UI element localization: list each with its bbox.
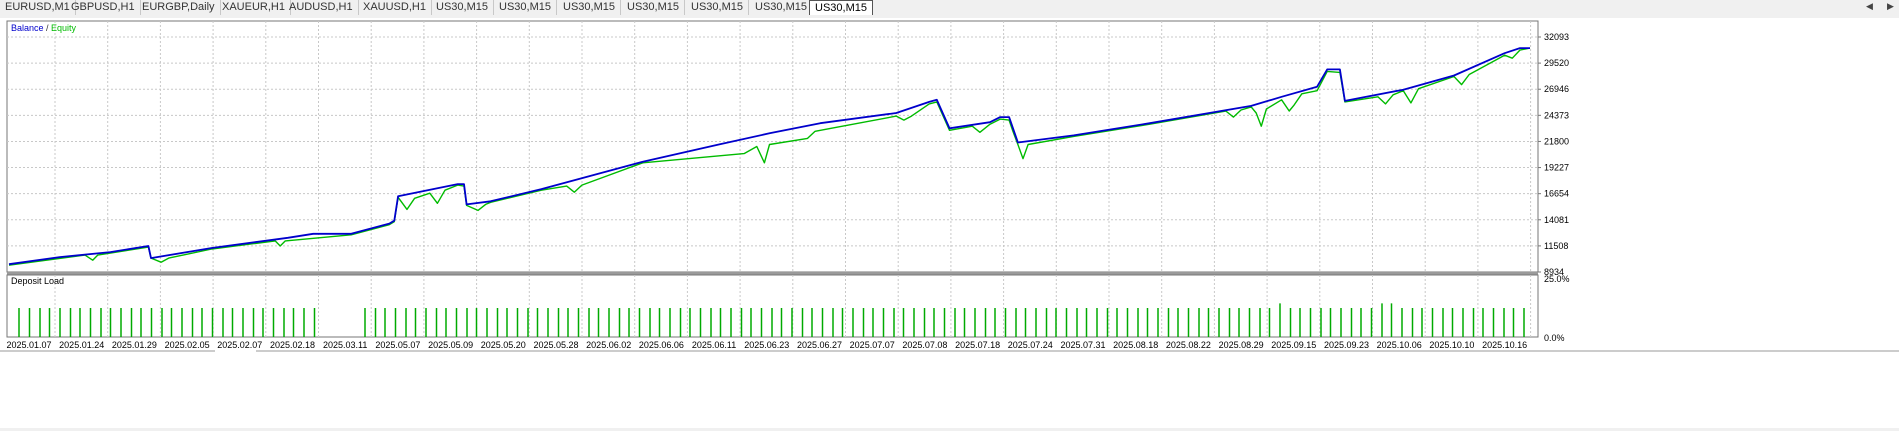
chart-legend: Balance / Equity — [11, 23, 77, 33]
chart-tab-4[interactable]: XAUEUR,H1 — [217, 0, 291, 15]
chart-tab-8[interactable]: US30,M15 — [494, 0, 557, 15]
x-tick-label: 2025.08.22 — [1166, 340, 1211, 350]
y-tick-label: 11508 — [1544, 241, 1568, 251]
x-tick-label: 2025.06.27 — [797, 340, 842, 350]
bottom-blank — [0, 351, 1899, 428]
x-tick-label: 2025.08.18 — [1113, 340, 1158, 350]
x-tick-label: 2025.06.23 — [744, 340, 789, 350]
chart-tab-13[interactable]: US30,M15 — [809, 0, 873, 15]
x-tick-label: 2025.05.20 — [481, 340, 526, 350]
x-tick-label: 2025.02.18 — [270, 340, 315, 350]
strategy-tester-graph: 32093 29520 26946 24373 21800 19227 16654 14081… — [0, 20, 1899, 428]
x-tick-label: 2025.07.08 — [902, 340, 947, 350]
chart-tab-9[interactable]: US30,M15 — [558, 0, 621, 15]
x-tick-label: 2025.07.07 — [850, 340, 895, 350]
chart-tab-2[interactable]: GBPUSD,H1 — [66, 0, 141, 15]
chart-tab-6[interactable]: XAUUSD,H1 — [358, 0, 432, 15]
x-tick-label: 2025.05.28 — [533, 340, 578, 350]
x-tick-label: 2025.10.16 — [1482, 340, 1527, 350]
chart-window[interactable]: 32093 29520 26946 24373 21800 19227 16654 14081… — [0, 18, 1899, 428]
deposit-load-title: Deposit Load — [11, 276, 64, 286]
chart-tab-11[interactable]: US30,M15 — [686, 0, 749, 15]
chart-tab-5[interactable]: AUDUSD,H1 — [284, 0, 359, 15]
x-tick-label: 2025.09.15 — [1271, 340, 1316, 350]
deposit-load-tick-label: 0.0% — [1544, 333, 1565, 343]
scroll-right-icon[interactable]: ▶ — [1887, 1, 1894, 12]
y-tick-label: 26946 — [1544, 84, 1569, 94]
x-tick-label: 2025.01.24 — [59, 340, 104, 350]
y-tick-label: 24373 — [1544, 110, 1569, 120]
y-tick-label: 32093 — [1544, 32, 1569, 42]
chart-tab-12[interactable]: US30,M15 — [750, 0, 813, 15]
y-tick-label: 14081 — [1544, 215, 1569, 225]
x-tick-label: 2025.05.07 — [375, 340, 420, 350]
x-tick-label: 2025.10.10 — [1429, 340, 1474, 350]
x-tick-label: 2025.02.05 — [165, 340, 210, 350]
x-tick-label: 2025.01.29 — [112, 340, 157, 350]
y-tick-label: 29520 — [1544, 58, 1569, 68]
scroll-left-icon[interactable]: ◀ — [1866, 1, 1873, 12]
y-tick-label: 21800 — [1544, 136, 1569, 146]
y-tick-label: 16654 — [1544, 189, 1569, 199]
x-tick-label: 2025.02.07 — [217, 340, 262, 350]
deposit-load-tick-label: 25.0% — [1544, 274, 1570, 284]
x-tick-label: 2025.10.06 — [1377, 340, 1422, 350]
equity-pane — [6, 20, 1539, 273]
x-tick-label: 2025.06.11 — [692, 340, 736, 350]
x-tick-label: 2025.06.02 — [586, 340, 631, 350]
x-tick-label: 2025.05.09 — [428, 340, 473, 350]
chart-tab-10[interactable]: US30,M15 — [622, 0, 685, 15]
x-tick-label: 2025.07.31 — [1060, 340, 1105, 350]
chart-tab-3[interactable]: EURGBP,Daily — [137, 0, 221, 15]
legend-equity-label: Equity — [51, 23, 77, 33]
chart-tab-7[interactable]: US30,M15 — [431, 0, 494, 15]
x-tick-label: 2025.06.06 — [639, 340, 684, 350]
time-axis: 2025.01.07 2025.01.24 2025.01.29 2025.02.05… — [6, 340, 1527, 350]
chart-tab-1[interactable]: EURUSD,M1 — [0, 0, 76, 15]
x-tick-label: 2025.08.29 — [1219, 340, 1264, 350]
x-tick-label: 2025.07.18 — [955, 340, 1000, 350]
y-tick-label: 19227 — [1544, 163, 1569, 173]
chart-tab-bar: EURUSD,M1 GBPUSD,H1 EURGBP,Daily XAUEUR,H1 A… — [0, 0, 1899, 16]
legend-balance-label: Balance — [11, 23, 44, 33]
x-tick-label: 2025.03.11 — [323, 340, 367, 350]
legend-separator: / — [44, 23, 52, 33]
deposit-load-y-axis: 25.0% 0.0% — [1544, 274, 1570, 343]
x-tick-label: 2025.01.07 — [6, 340, 51, 350]
x-tick-label: 2025.07.24 — [1008, 340, 1053, 350]
x-tick-label: 2025.09.23 — [1324, 340, 1369, 350]
equity-pane-y-axis: 32093 29520 26946 24373 21800 19227 16654 14081… — [1538, 32, 1569, 277]
